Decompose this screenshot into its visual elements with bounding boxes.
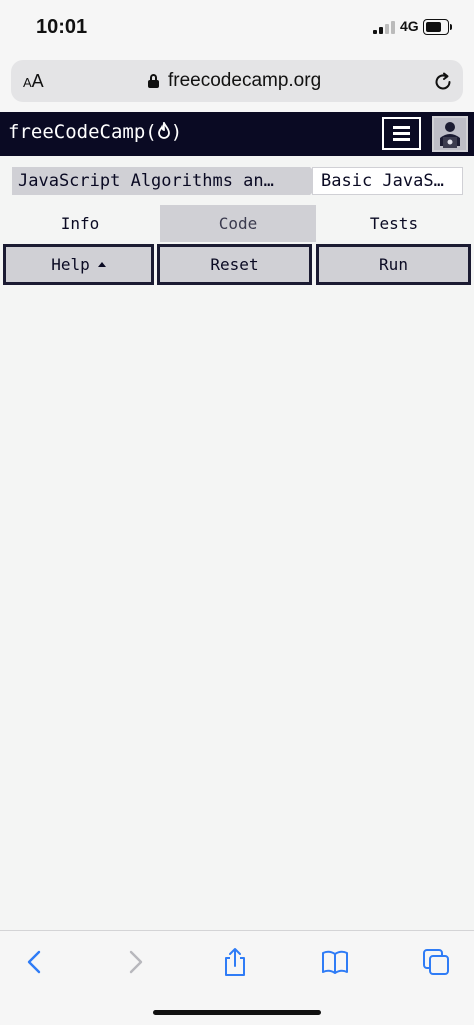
bookmarks-icon[interactable] [320, 947, 350, 977]
status-bar: 10:01 4G [0, 0, 474, 56]
forward-icon[interactable] [120, 947, 150, 977]
breadcrumb-block[interactable]: Basic JavaS… [312, 167, 463, 195]
help-label: Help [51, 255, 90, 274]
tabs-icon[interactable] [421, 947, 451, 977]
menu-icon [393, 126, 410, 129]
run-button[interactable]: Run [316, 244, 471, 285]
address-bar[interactable]: AA freecodecamp.org [11, 60, 463, 102]
tab-tests[interactable]: Tests [316, 205, 472, 242]
battery-icon [423, 19, 453, 35]
url-text[interactable]: freecodecamp.org [168, 70, 321, 92]
text-size-button[interactable]: AA [23, 71, 44, 92]
back-icon[interactable] [20, 947, 50, 977]
home-indicator [153, 1010, 321, 1015]
menu-button[interactable] [382, 117, 421, 150]
code-editor-area[interactable] [0, 288, 474, 930]
share-icon[interactable] [220, 947, 250, 977]
browser-address-area: AA freecodecamp.org [0, 56, 474, 112]
challenge-tabs: Info Code Tests [0, 205, 474, 242]
breadcrumb-superblock[interactable]: JavaScript Algorithms an… [12, 167, 310, 195]
network-label: 4G [400, 18, 419, 34]
tab-info[interactable]: Info [2, 205, 158, 242]
action-buttons: Help Reset Run [0, 244, 474, 285]
fcc-logo[interactable]: freeCodeCamp( ) [8, 120, 182, 143]
help-button[interactable]: Help [3, 244, 154, 285]
status-time: 10:01 [36, 16, 88, 38]
fcc-navbar: freeCodeCamp( ) [0, 112, 474, 156]
caret-up-icon [97, 261, 106, 267]
reload-icon[interactable] [433, 72, 453, 92]
avatar[interactable] [432, 116, 468, 152]
signal-icon [373, 20, 395, 34]
reset-button[interactable]: Reset [157, 244, 312, 285]
flame-icon [157, 120, 170, 139]
tab-code[interactable]: Code [160, 205, 316, 242]
lock-icon [148, 74, 159, 88]
breadcrumb: JavaScript Algorithms an… Basic JavaS… [12, 167, 463, 195]
